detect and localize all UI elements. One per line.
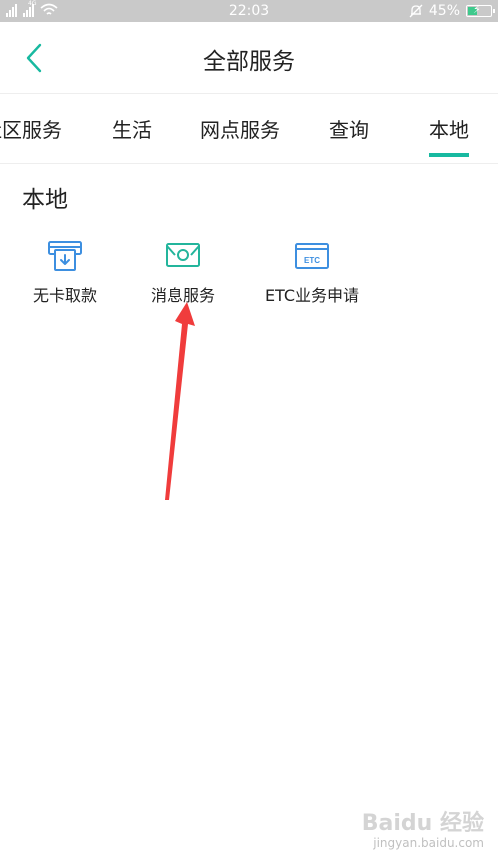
tab-query[interactable]: 查询	[329, 114, 369, 143]
message-envelope-icon	[166, 243, 200, 267]
category-tabs: 社区服务 生活 网点服务 查询 本地	[0, 94, 498, 164]
etc-card-icon: ETC	[295, 243, 329, 269]
service-cardless-withdrawal[interactable]: 无卡取款	[0, 238, 130, 306]
charging-icon: ⚡	[473, 3, 481, 16]
status-right: 45% ⚡	[409, 3, 495, 19]
tab-life[interactable]: 生活	[112, 114, 152, 143]
section-title: 本地	[22, 187, 68, 213]
tab-community-services[interactable]: 社区服务	[0, 114, 62, 143]
tab-local[interactable]: 本地	[429, 114, 469, 157]
atm-withdraw-icon	[48, 241, 82, 271]
service-message[interactable]: 消息服务	[118, 238, 248, 306]
tab-branch-services[interactable]: 网点服务	[200, 114, 280, 143]
chevron-left-icon	[26, 43, 42, 73]
watermark-url: jingyan.baidu.com	[373, 836, 484, 850]
watermark-brand: Baidu 经验	[361, 811, 484, 836]
mute-bell-icon	[409, 4, 423, 18]
etc-icon-text: ETC	[304, 256, 320, 265]
service-label: 消息服务	[150, 286, 215, 305]
status-bar: 4G 22:03 45% ⚡	[0, 0, 498, 22]
page-title: 全部服务	[203, 49, 295, 75]
service-etc-application[interactable]: ETC ETC业务申请	[247, 238, 377, 306]
battery-icon: ⚡	[466, 3, 495, 17]
service-label: 无卡取款	[32, 286, 97, 305]
service-label: ETC业务申请	[264, 286, 360, 305]
watermark: Baidu 经验 jingyan.baidu.com	[361, 811, 484, 851]
arrow-shape	[165, 302, 195, 500]
header: 全部服务	[0, 22, 498, 94]
battery-percent: 45%	[428, 3, 460, 19]
back-button[interactable]	[18, 40, 54, 76]
